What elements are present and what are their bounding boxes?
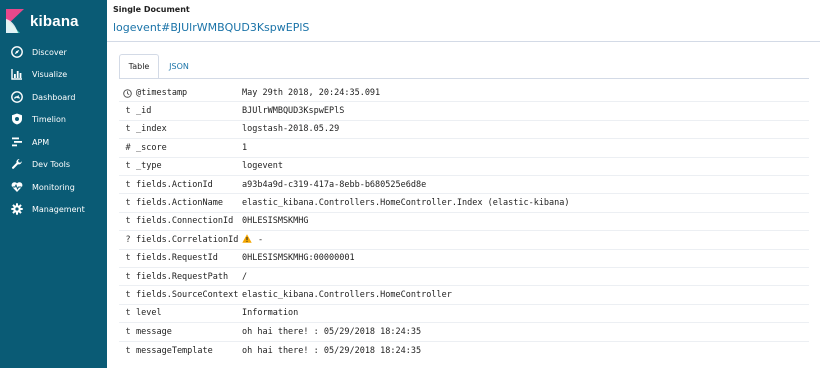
sidebar-item-discover[interactable]: Discover [0, 41, 107, 63]
field-value-container: - [242, 234, 263, 246]
apm-icon [10, 135, 24, 149]
field-type-string: t [125, 326, 131, 337]
field-value: logstash-2018.05.29 [242, 124, 340, 135]
field-value: - [258, 234, 264, 245]
sidebar-item-label: Timelion [32, 114, 66, 124]
field-name: _index [136, 124, 167, 135]
field-value: / [242, 271, 248, 282]
table-row: t fields.ActionId a93b4a9d-c319-417a-8eb… [119, 176, 809, 195]
table-row: t fields.RequestId 0HLESISMSKMHG:0000000… [119, 250, 809, 268]
wrench-icon [10, 157, 24, 171]
field-type-string: t [125, 290, 131, 301]
table-row: t _index logstash-2018.05.29 [119, 121, 809, 140]
field-type-string: t [125, 179, 131, 190]
sidebar-item-label: Visualize [32, 69, 68, 79]
field-type-string: t [125, 124, 131, 135]
heartbeat-icon [10, 180, 24, 194]
field-type-string: t [125, 271, 131, 282]
kibana-logo-icon [6, 9, 24, 33]
field-value: logevent [242, 161, 283, 172]
field-name: level [136, 308, 162, 319]
field-value: BJUlrWMBQUD3KspwEPlS [242, 106, 345, 117]
sidebar-item-label: Dev Tools [32, 159, 71, 169]
field-type-string: t [125, 253, 131, 264]
field-value: 1 [242, 142, 248, 153]
field-name: fields.CorrelationId [136, 234, 239, 245]
field-name: _type [136, 161, 162, 172]
table-row: t fields.ActionName elastic_kibana.Contr… [119, 194, 809, 213]
sidebar-item-label: Discover [32, 47, 67, 57]
field-type-string: t [125, 345, 131, 356]
field-name: _id [136, 106, 152, 117]
field-name: message [136, 326, 172, 337]
sidebar-item-management[interactable]: Management [0, 198, 107, 220]
field-value: oh hai there! : 05/29/2018 18:24:35 [242, 345, 422, 356]
sidebar-item-timelion[interactable]: Timelion [0, 108, 107, 130]
table-row: t _id BJUlrWMBQUD3KspwEPlS [119, 102, 809, 121]
field-name: fields.ActionId [136, 179, 213, 190]
divider [119, 78, 809, 79]
field-type-string: t [125, 106, 131, 117]
field-name: @timestamp [136, 87, 188, 98]
gear-icon [10, 202, 24, 216]
sidebar: kibana Discover Visualize Dashboard Time… [0, 0, 107, 368]
field-value: elastic_kibana.Controllers.HomeControlle… [242, 290, 452, 301]
sidebar-item-dashboard[interactable]: Dashboard [0, 86, 107, 108]
field-value: May 29th 2018, 20:24:35.091 [242, 87, 381, 98]
table-row: t _type logevent [119, 158, 809, 176]
table-row: @timestamp May 29th 2018, 20:24:35.091 [119, 84, 809, 103]
document-title[interactable]: logevent#BJUlrWMBQUD3KspwEPlS [113, 21, 309, 34]
sidebar-item-label: Dashboard [32, 92, 76, 102]
table-row: t message oh hai there! : 05/29/2018 18:… [119, 323, 809, 342]
warning-icon[interactable] [242, 234, 252, 246]
field-type-string: t [125, 198, 131, 209]
field-name: fields.SourceContext [136, 290, 239, 301]
field-value: 0HLESISMSKMHG:00000001 [242, 253, 355, 264]
dashboard-icon [10, 90, 24, 104]
table-row: t fields.ConnectionId 0HLESISMSKMHG [119, 213, 809, 232]
field-name: fields.RequestId [136, 253, 218, 264]
bar-chart-icon [10, 67, 24, 81]
table-row: # _score 1 [119, 139, 809, 158]
tab-table[interactable]: Table [119, 54, 159, 79]
field-value: Information [242, 308, 299, 319]
divider [107, 41, 820, 42]
sidebar-item-label: Monitoring [32, 182, 75, 192]
sidebar-item-dev-tools[interactable]: Dev Tools [0, 153, 107, 175]
sidebar-item-apm[interactable]: APM [0, 131, 107, 153]
field-name: fields.ConnectionId [136, 216, 234, 227]
field-type-number: # [125, 142, 131, 153]
shield-icon [10, 112, 24, 126]
field-type-string: t [125, 216, 131, 227]
table-row: t fields.RequestPath / [119, 268, 809, 287]
sidebar-item-visualize[interactable]: Visualize [0, 63, 107, 85]
clock-icon [123, 88, 133, 98]
sidebar-item-label: Management [32, 204, 85, 214]
logo-text: kibana [30, 12, 79, 30]
table-row: t messageTemplate oh hai there! : 05/29/… [119, 342, 809, 360]
field-name: fields.ActionName [136, 198, 223, 209]
field-value: a93b4a9d-c319-417a-8ebb-b680525e6d8e [242, 179, 427, 190]
page-heading: Single Document [113, 5, 190, 14]
main-content: Single Document logevent#BJUlrWMBQUD3Ksp… [107, 0, 820, 368]
field-type-unknown: ? [125, 234, 131, 245]
field-name: messageTemplate [136, 345, 213, 356]
compass-icon [10, 45, 24, 59]
field-value: 0HLESISMSKMHG [242, 216, 309, 227]
table-row: t fields.SourceContext elastic_kibana.Co… [119, 286, 809, 305]
field-type-string: t [125, 161, 131, 172]
sidebar-item-monitoring[interactable]: Monitoring [0, 176, 107, 198]
field-type-string: t [125, 308, 131, 319]
sidebar-item-label: APM [32, 137, 50, 147]
field-name: fields.RequestPath [136, 271, 229, 282]
field-name: _score [136, 142, 167, 153]
kibana-logo[interactable]: kibana [6, 8, 79, 34]
table-row: ? fields.CorrelationId - [119, 231, 809, 250]
field-value: oh hai there! : 05/29/2018 18:24:35 [242, 326, 422, 337]
table-row: t level Information [119, 305, 809, 324]
tab-json[interactable]: JSON [165, 54, 193, 79]
field-value: elastic_kibana.Controllers.HomeControlle… [242, 198, 570, 209]
